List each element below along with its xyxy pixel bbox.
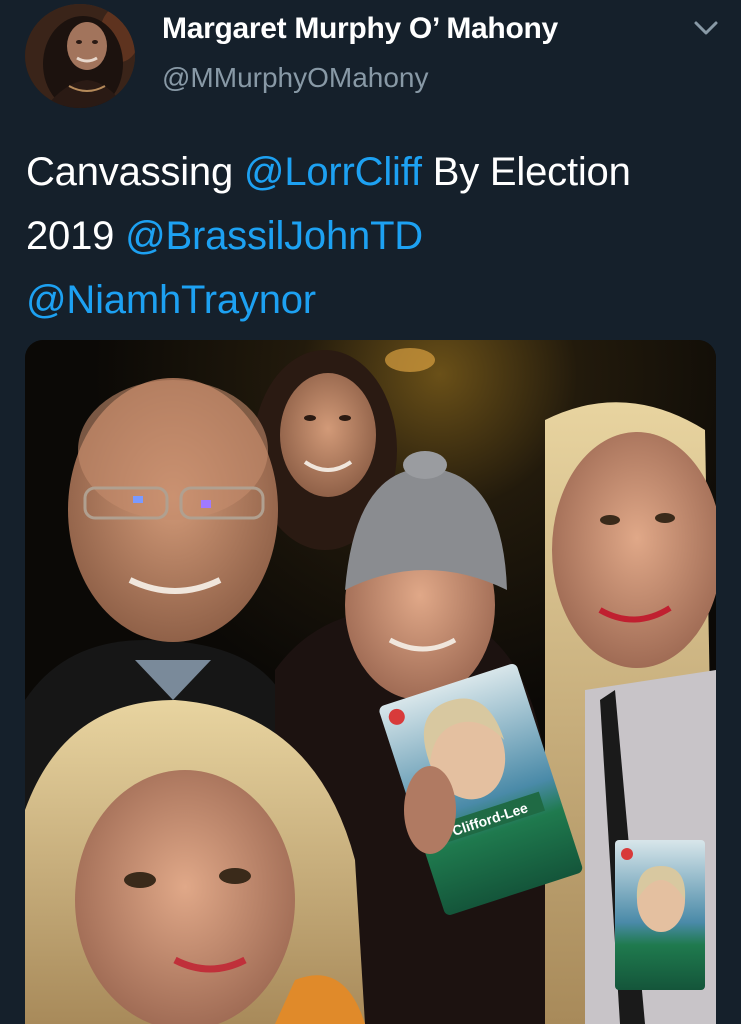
tweet-text-part: Canvassing [26, 150, 244, 194]
chevron-down-icon[interactable] [690, 14, 722, 42]
user-handle[interactable]: @MMurphyOMahony [162, 62, 429, 94]
tweet: Margaret Murphy O’ Mahony @MMurphyOMahon… [0, 0, 741, 1024]
mention-link-lorrcliff[interactable]: @LorrCliff [244, 150, 422, 194]
avatar-photo [25, 4, 135, 108]
group-selfie-image: Clifford-Lee [25, 340, 716, 1024]
mention-link-brassiljohntd[interactable]: @BrassilJohnTD [125, 214, 423, 258]
display-name[interactable]: Margaret Murphy O’ Mahony [162, 12, 558, 46]
tweet-photo[interactable]: Clifford-Lee [25, 340, 716, 1024]
tweet-text: Canvassing @LorrCliff By Election 2019 @… [26, 140, 716, 332]
mention-link-niamhtraynor[interactable]: @NiamhTraynor [26, 278, 316, 322]
avatar[interactable] [25, 4, 135, 108]
